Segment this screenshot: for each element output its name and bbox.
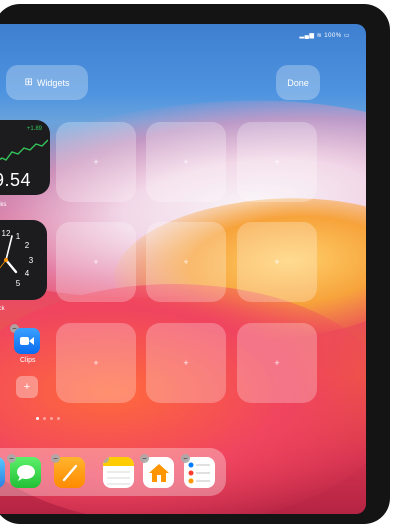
empty-slot[interactable]: + [146,222,226,302]
empty-slot[interactable]: + [56,122,136,202]
widgets-button[interactable]: ⊞ Widgets [6,65,88,100]
stocks-change: +1.89 [26,126,42,132]
add-slot-icon: + [183,157,189,167]
dock: − − − − − [0,448,226,496]
page-dot[interactable] [57,417,60,420]
home-app-icon[interactable]: − [140,454,174,488]
clock-numeral: 5 [16,279,21,288]
page-dot[interactable] [50,417,53,420]
empty-slot[interactable]: + [237,323,317,403]
add-slot-icon: + [274,358,280,368]
stocks-widget-label: ocks [0,202,7,208]
add-slot-icon: + [183,358,189,368]
notes-app-icon[interactable]: − [103,457,134,488]
empty-slot[interactable]: + [237,122,317,202]
clips-app-label: Clips [20,357,36,364]
remove-app-icon[interactable]: − [51,454,60,463]
remove-app-icon[interactable]: − [7,454,16,463]
plus-icon: + [23,381,31,393]
remove-app-icon[interactable]: − [181,454,190,463]
empty-slot[interactable]: + [56,222,136,302]
add-slot-icon: + [274,257,280,267]
messages-app-icon[interactable]: − [7,454,41,488]
clock-numeral: 2 [25,241,30,250]
stocks-chart [0,139,48,161]
page-dot[interactable] [43,417,46,420]
clock-numeral: 1 [16,232,21,241]
add-slot-icon: + [183,257,189,267]
add-slot-icon: + [93,157,99,167]
clock-widget-label: lock [0,306,5,312]
add-slot-icon: + [93,358,99,368]
done-button[interactable]: Done [276,65,320,100]
ipad-frame: ▂▄▆ ≋ 100% ▭ ⊞ Widgets Done +1.89 9.54 o… [0,4,390,524]
status-bar: ▂▄▆ ≋ 100% ▭ [299,33,350,39]
clock-numeral: 4 [25,269,30,278]
add-slot-icon: + [274,157,280,167]
page-indicator[interactable] [36,417,60,420]
done-button-label: Done [287,77,309,88]
dock-app-partial-icon[interactable] [0,457,5,488]
add-app-button[interactable]: + [16,376,38,398]
clock-face: 12 1 2 3 4 5 [0,227,39,293]
stocks-price: 9.54 [0,170,32,190]
clock-numeral: 12 [2,229,11,238]
pages-app-icon[interactable]: − [51,454,85,488]
empty-slot[interactable]: + [146,323,226,403]
speech-bubble-icon [16,464,35,481]
video-camera-icon [20,337,34,345]
clock-numeral: 3 [29,256,34,265]
home-screen: ▂▄▆ ≋ 100% ▭ ⊞ Widgets Done +1.89 9.54 o… [0,24,366,514]
clips-app-icon[interactable] [14,328,40,354]
clock-widget[interactable]: 12 1 2 3 4 5 [0,220,47,300]
empty-slot[interactable]: + [146,122,226,202]
pen-icon [62,464,77,481]
house-icon [148,463,169,482]
widgets-button-label: Widgets [36,77,70,88]
widgets-grid-icon: ⊞ [24,77,33,88]
add-slot-icon: + [93,257,99,267]
empty-slot[interactable]: + [56,323,136,403]
stocks-widget[interactable]: +1.89 9.54 [0,120,50,195]
empty-slot[interactable]: + [237,222,317,302]
remove-app-icon[interactable]: − [140,454,149,463]
page-dot[interactable] [36,417,39,420]
reminders-app-icon[interactable]: − [181,454,215,488]
